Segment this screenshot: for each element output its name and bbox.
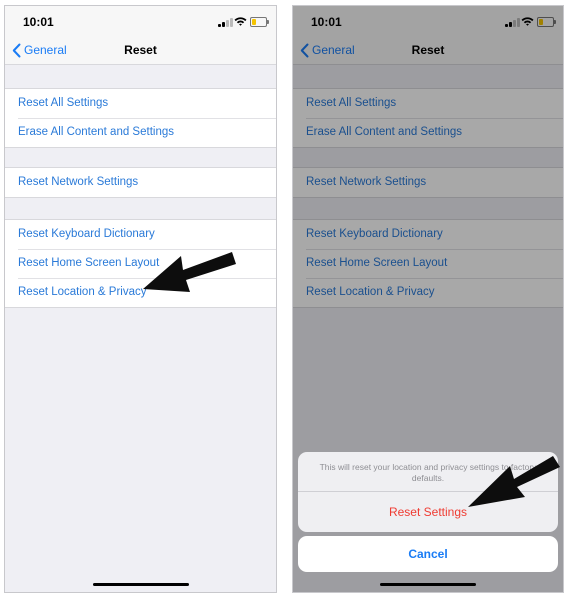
reset-settings-button[interactable]: Reset Settings: [298, 492, 558, 532]
settings-group: Reset Network Settings: [5, 167, 276, 198]
settings-group: Reset All Settings Erase All Content and…: [5, 88, 276, 148]
phone-screen-action-sheet: 10:01 General Reset Reset All Settings E…: [292, 5, 564, 593]
reset-network-settings-item[interactable]: Reset Network Settings: [5, 168, 276, 197]
reset-location-privacy-item[interactable]: Reset Location & Privacy: [5, 278, 276, 307]
home-indicator[interactable]: [380, 583, 476, 586]
cancel-button[interactable]: Cancel: [298, 536, 558, 572]
status-bar: 10:01: [5, 6, 276, 38]
wifi-icon: [234, 17, 247, 26]
page-title: Reset: [124, 43, 157, 57]
home-indicator[interactable]: [92, 583, 189, 586]
phone-screen-settings: 10:01 General Reset Reset All Settings E…: [4, 5, 277, 593]
settings-group: Reset Keyboard Dictionary Reset Home Scr…: [5, 219, 276, 308]
action-sheet: This will reset your location and privac…: [298, 452, 558, 532]
reset-home-screen-layout-item[interactable]: Reset Home Screen Layout: [5, 249, 276, 278]
navigation-bar: General Reset: [5, 38, 276, 65]
reset-keyboard-dictionary-item[interactable]: Reset Keyboard Dictionary: [5, 220, 276, 249]
erase-all-content-item[interactable]: Erase All Content and Settings: [5, 118, 276, 147]
action-sheet-message: This will reset your location and privac…: [319, 462, 537, 483]
reset-all-settings-item[interactable]: Reset All Settings: [5, 89, 276, 118]
battery-icon: [250, 17, 269, 27]
status-time: 10:01: [23, 15, 54, 29]
signal-icon: [218, 18, 234, 27]
